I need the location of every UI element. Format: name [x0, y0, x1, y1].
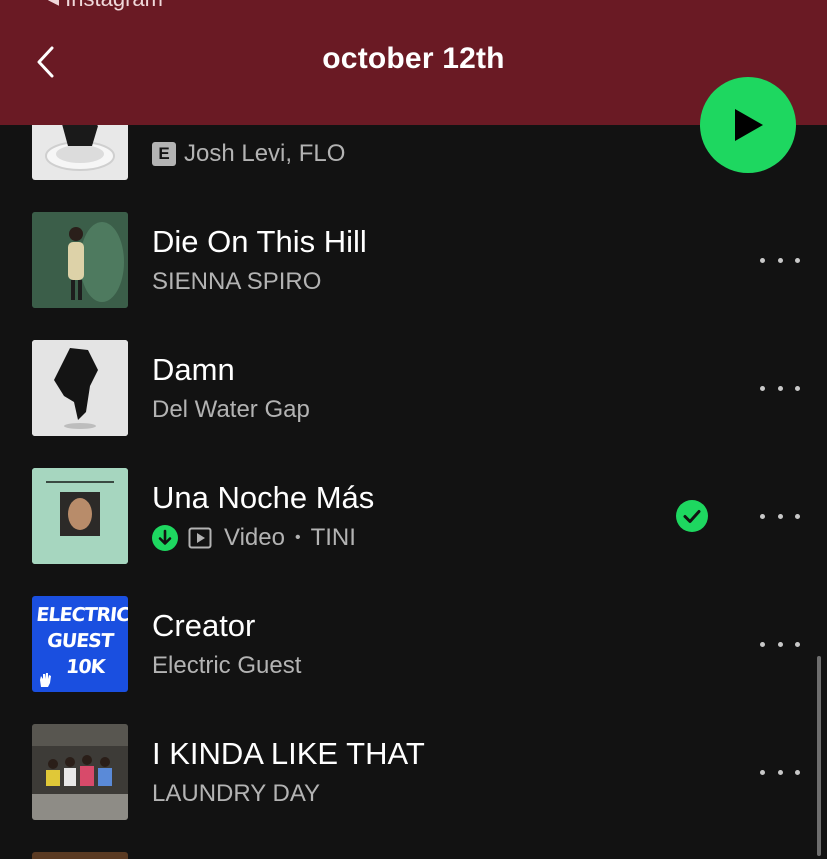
- album-art-text-line: GUEST: [46, 630, 114, 652]
- album-art: [32, 852, 128, 859]
- album-art: ELECTRIC GUEST 10K: [32, 596, 128, 692]
- album-art: [32, 724, 128, 820]
- track-title: I KINDA LIKE THAT: [152, 736, 425, 771]
- track-row[interactable]: ELECTRIC GUEST 10K Creator Electric Gues…: [0, 596, 827, 724]
- track-title: Creator: [152, 608, 256, 643]
- more-options-button[interactable]: [760, 634, 800, 654]
- track-artist: Josh Levi, FLO: [184, 140, 346, 167]
- track-artist: TINI: [310, 524, 356, 551]
- track-title: Una Noche Más: [152, 480, 375, 515]
- track-title: Damn: [152, 352, 235, 387]
- track-subtitle: E Josh Levi, FLO: [152, 140, 345, 168]
- track-artist: Electric Guest: [152, 652, 302, 679]
- status-back-to-app[interactable]: ◂ Instagram: [48, 0, 163, 12]
- track-row[interactable]: Una Noche Más Video • TINI: [0, 468, 827, 596]
- play-icon: [735, 109, 763, 141]
- album-art: [32, 212, 128, 308]
- download-icon: [152, 525, 178, 551]
- video-label: Video: [224, 524, 285, 551]
- album-art-text-line: ELECTRIC: [35, 604, 128, 626]
- hand-icon: [40, 673, 51, 687]
- page-title: october 12th: [322, 42, 505, 75]
- track-row[interactable]: I KINDA LIKE THAT LAUNDRY DAY: [0, 724, 827, 852]
- scrollbar[interactable]: [817, 656, 821, 856]
- separator: •: [294, 529, 301, 546]
- track-artist: Del Water Gap: [152, 396, 310, 423]
- album-art: [32, 468, 128, 564]
- track-row[interactable]: Damn Del Water Gap: [0, 340, 827, 468]
- more-options-button[interactable]: [760, 762, 800, 782]
- album-art: [32, 340, 128, 436]
- video-icon: [188, 527, 212, 549]
- more-options-button[interactable]: [760, 506, 800, 526]
- track-artist: LAUNDRY DAY: [152, 780, 321, 807]
- more-options-button[interactable]: [760, 378, 800, 398]
- track-title: Die On This Hill: [152, 224, 367, 259]
- track-row[interactable]: Die On This Hill SIENNA SPIRO: [0, 212, 827, 340]
- track-subtitle: Video • TINI: [152, 524, 356, 552]
- track-artist: SIENNA SPIRO: [152, 268, 322, 295]
- explicit-badge: E: [152, 142, 176, 166]
- more-options-button[interactable]: [760, 250, 800, 270]
- play-button[interactable]: [700, 77, 796, 173]
- check-circle-icon[interactable]: [676, 500, 708, 532]
